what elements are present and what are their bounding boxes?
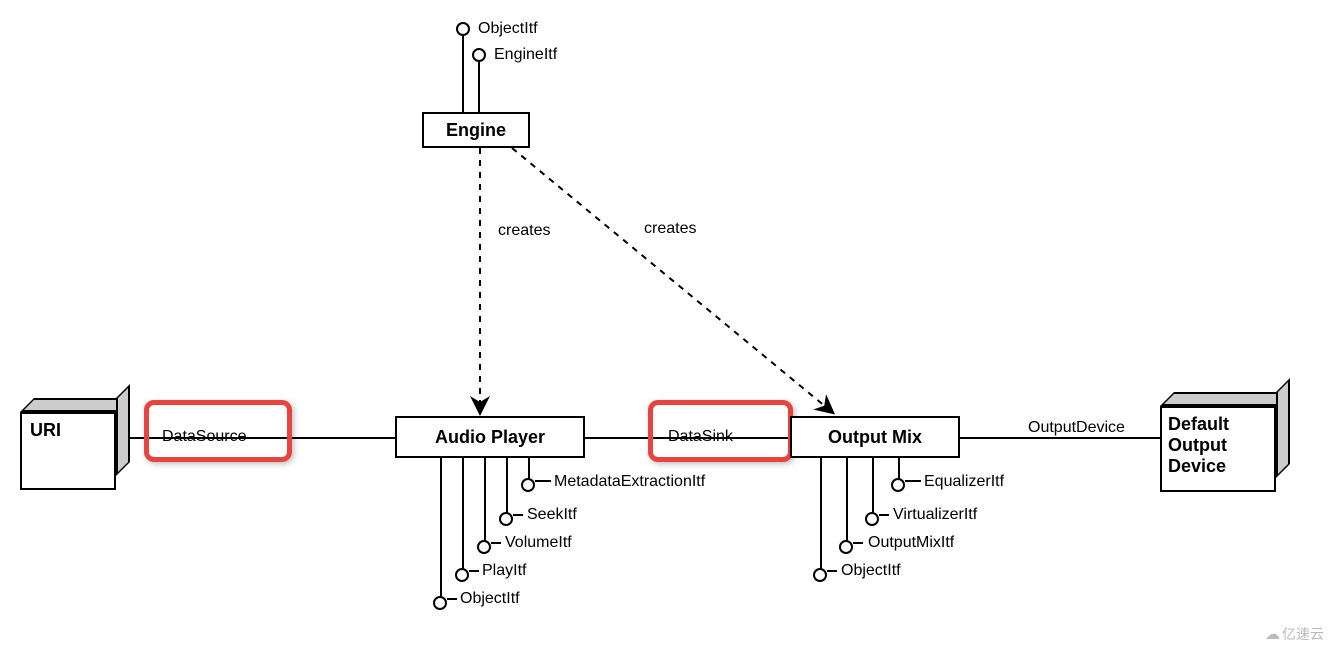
creates-label-1: creates [498, 222, 550, 240]
ap-itf-2: VolumeItf [505, 534, 572, 552]
datasink-label: DataSink [668, 428, 733, 446]
audioplayer-label: Audio Player [435, 427, 545, 448]
circle-icon [472, 48, 486, 62]
engine-label: Engine [446, 120, 506, 141]
cloud-icon: ☁ [1265, 625, 1280, 643]
circle-icon [499, 512, 513, 526]
datasource-label: DataSource [162, 428, 247, 446]
itf-line-2 [478, 62, 480, 112]
default-output-device-label: Default Output Device [1168, 414, 1229, 477]
watermark-text: 亿速云 [1282, 624, 1324, 644]
engine-box: Engine [422, 112, 530, 148]
om-itf-1: VirtualizerItf [893, 506, 977, 524]
uri-cube: URI [20, 398, 136, 488]
circle-icon [455, 568, 469, 582]
outputmix-label: Output Mix [828, 427, 922, 448]
circle-icon [813, 568, 827, 582]
itf-engineitf [472, 48, 486, 62]
ap-itf-1: SeekItf [527, 506, 577, 524]
ap-itf-4: ObjectItf [460, 590, 520, 608]
om-itf-0: EqualizerItf [924, 473, 1004, 491]
outputdevice-label: OutputDevice [1028, 419, 1125, 437]
om-itf-2: OutputMixItf [868, 534, 954, 552]
default-output-device-cube: Default Output Device [1160, 392, 1300, 490]
circle-icon [477, 540, 491, 554]
engine-itf-0-label: ObjectItf [478, 20, 538, 38]
watermark: ☁ 亿速云 [1265, 624, 1324, 644]
circle-icon [865, 512, 879, 526]
ap-itf-0: MetadataExtractionItf [554, 473, 705, 491]
connection-lines [0, 0, 1332, 650]
uri-label: URI [30, 420, 61, 441]
ap-itf-3: PlayItf [482, 562, 526, 580]
itf-line-1 [462, 36, 464, 112]
audioplayer-box: Audio Player [395, 416, 585, 458]
itf-objectitf [456, 22, 470, 36]
circle-icon [891, 478, 905, 492]
creates-label-2: creates [644, 220, 696, 238]
circle-icon [521, 478, 535, 492]
circle-icon [839, 540, 853, 554]
circle-icon [456, 22, 470, 36]
outputmix-box: Output Mix [790, 416, 960, 458]
circle-icon [433, 596, 447, 610]
engine-itf-1-label: EngineItf [494, 46, 557, 64]
om-itf-3: ObjectItf [841, 562, 901, 580]
